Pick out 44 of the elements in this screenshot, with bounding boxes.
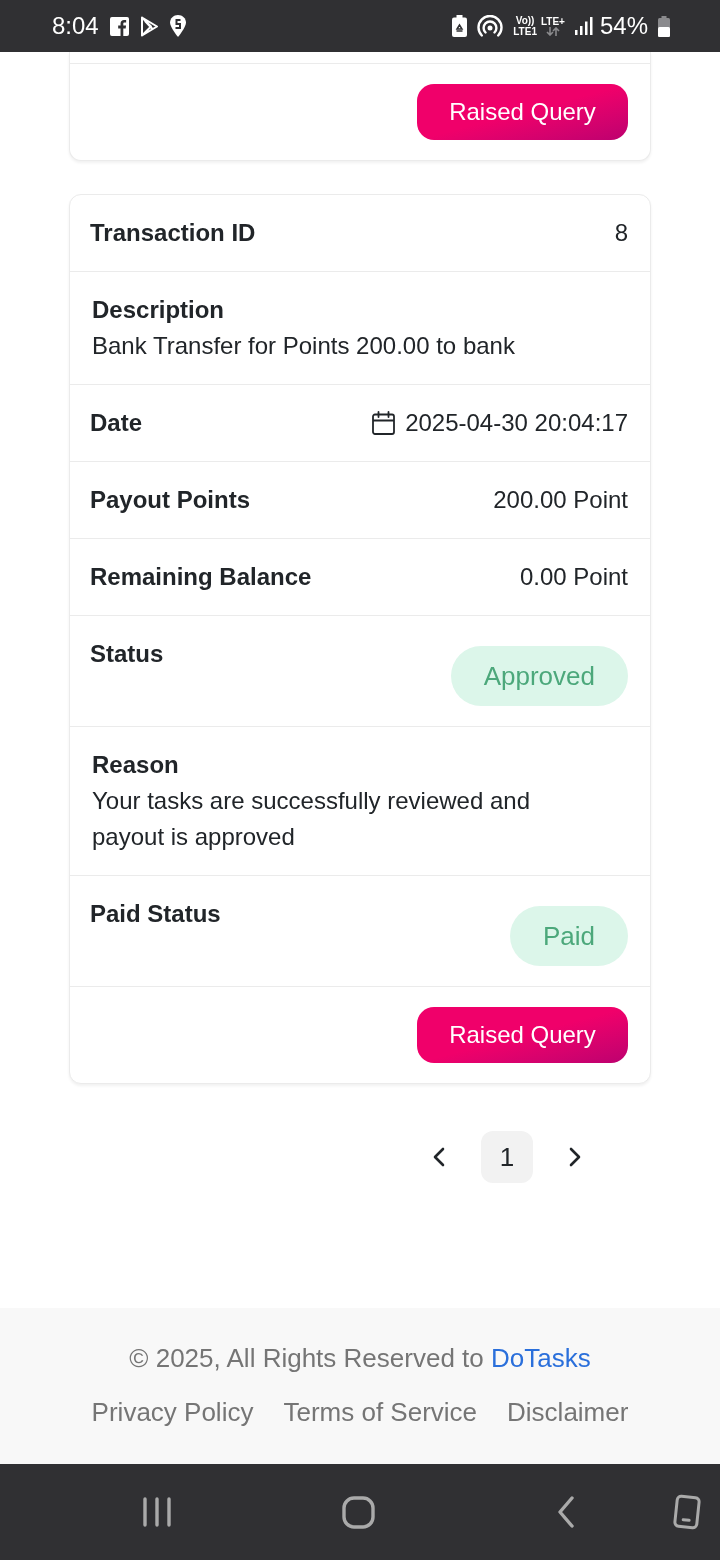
- chevron-left-icon: [433, 1147, 445, 1167]
- battery-recycle-icon: [452, 15, 468, 37]
- field-value: 200.00 Point: [493, 485, 628, 515]
- sim-label: LTE1: [513, 26, 537, 37]
- back-icon[interactable]: [557, 1496, 575, 1528]
- status-time: 8:04: [52, 14, 99, 38]
- battery-icon: [658, 15, 670, 37]
- raised-query-button[interactable]: Raised Query: [417, 1007, 628, 1063]
- dotasks-link[interactable]: DoTasks: [491, 1343, 591, 1373]
- letter-f-icon: [109, 16, 129, 36]
- field-value: 8: [614, 218, 628, 248]
- field-label: Payout Points: [90, 485, 251, 515]
- status-badge: Paid: [509, 906, 628, 966]
- footer-link[interactable]: Disclaimer: [507, 1394, 629, 1430]
- battery-percent: 54%: [599, 14, 648, 38]
- chevron-right-icon: [569, 1147, 581, 1167]
- calendar-icon: [372, 411, 396, 435]
- play-triangle-icon: [139, 15, 159, 37]
- footer-link[interactable]: Terms of Service: [283, 1394, 478, 1430]
- status-badge: Approved: [450, 646, 628, 706]
- field-label: Status: [90, 639, 164, 669]
- footer-link[interactable]: Privacy Policy: [91, 1394, 254, 1430]
- volte-label: Vo)): [515, 15, 535, 26]
- field-value: 2025-04-30 20:04:17: [405, 408, 628, 438]
- data-arrows-icon: [545, 27, 560, 36]
- field-value: 0.00 Point: [519, 562, 628, 592]
- recent-apps-icon[interactable]: [142, 1497, 172, 1527]
- field-value: Bank Transfer for Points 200.00 to bank: [92, 331, 515, 361]
- home-icon[interactable]: [342, 1495, 375, 1529]
- field-label: Description: [92, 295, 225, 325]
- copyright-text: © 2025, All Rights Reserved to DoTasks: [129, 1342, 591, 1375]
- pin-icon: [169, 15, 186, 37]
- field-value: Your tasks are successfully reviewed and payout is approved: [92, 786, 531, 852]
- hotspot-icon: [477, 15, 504, 37]
- page-number-button[interactable]: 1: [481, 1131, 533, 1183]
- signal-icon: [574, 17, 593, 35]
- field-label: Reason: [92, 750, 179, 780]
- phone-icon[interactable]: [672, 1494, 702, 1530]
- raised-query-button[interactable]: Raised Query: [417, 84, 628, 140]
- field-label: Date: [90, 408, 143, 438]
- network-label: LTE+: [540, 16, 565, 27]
- field-label: Remaining Balance: [90, 562, 312, 592]
- field-label: Paid Status: [90, 899, 221, 929]
- field-label: Transaction ID: [90, 218, 256, 248]
